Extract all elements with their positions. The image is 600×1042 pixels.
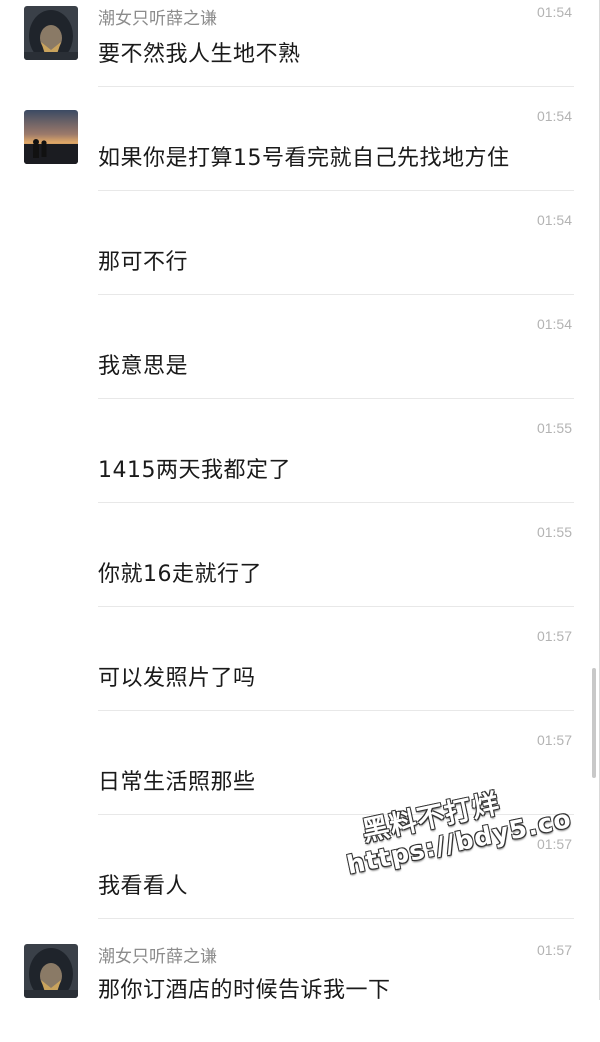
message-text: 可以发照片了吗 (98, 666, 256, 691)
divider (98, 502, 574, 503)
message-time: 01:54 (536, 212, 572, 228)
message-time: 01:57 (536, 628, 572, 644)
avatar-hooded-figure[interactable] (24, 6, 78, 60)
message-time: 01:54 (536, 4, 572, 20)
divider (98, 606, 574, 607)
message-text: 要不然我人生地不熟 (98, 42, 301, 67)
message-text: 你就16走就行了 (98, 562, 262, 587)
sender-name: 潮女只听薛之谦 (98, 9, 217, 29)
divider (98, 190, 574, 191)
message-text: 那你订酒店的时候告诉我一下 (98, 978, 391, 1003)
divider (98, 294, 574, 295)
divider (98, 710, 574, 711)
message-time: 01:54 (536, 108, 572, 124)
message-text: 1415两天我都定了 (98, 458, 291, 483)
message-time: 01:57 (536, 836, 572, 852)
chat-message[interactable]: 01:54 我意思是 (0, 312, 600, 416)
message-text: 我意思是 (98, 354, 189, 379)
chat-message[interactable]: 潮女只听薛之谦 01:54 要不然我人生地不熟 (0, 0, 600, 104)
avatar-sunset-silhouette[interactable] (24, 110, 78, 164)
message-text: 那可不行 (98, 250, 189, 275)
chat-message[interactable]: 01:57 我看看人 (0, 832, 600, 936)
chat-message[interactable]: 01:54 如果你是打算15号看完就自己先找地方住 (0, 104, 600, 208)
message-time: 01:55 (536, 524, 572, 540)
chat-message[interactable]: 01:54 那可不行 (0, 208, 600, 312)
avatar-hooded-figure[interactable] (24, 944, 78, 998)
chat-message[interactable]: 潮女只听薛之谦 01:57 那你订酒店的时候告诉我一下 (0, 938, 600, 1042)
divider (98, 918, 574, 919)
message-text: 如果你是打算15号看完就自己先找地方住 (98, 146, 510, 171)
divider (98, 86, 574, 87)
chat-message[interactable]: 01:55 1415两天我都定了 (0, 416, 600, 520)
divider (98, 814, 574, 815)
chat-message[interactable]: 01:57 可以发照片了吗 (0, 624, 600, 728)
message-time: 01:57 (536, 942, 572, 958)
chat-message[interactable]: 01:57 日常生活照那些 (0, 728, 600, 832)
scrollbar[interactable] (592, 668, 596, 778)
message-text: 日常生活照那些 (98, 770, 256, 795)
message-time: 01:57 (536, 732, 572, 748)
message-time: 01:54 (536, 316, 572, 332)
chat-history: 潮女只听薛之谦 01:54 要不然我人生地不熟 01:54 如果你是打算15号看… (0, 0, 600, 1003)
message-text: 我看看人 (98, 874, 189, 899)
divider (98, 398, 574, 399)
message-time: 01:55 (536, 420, 572, 436)
sender-name: 潮女只听薛之谦 (98, 947, 217, 967)
chat-message[interactable]: 01:55 你就16走就行了 (0, 520, 600, 624)
